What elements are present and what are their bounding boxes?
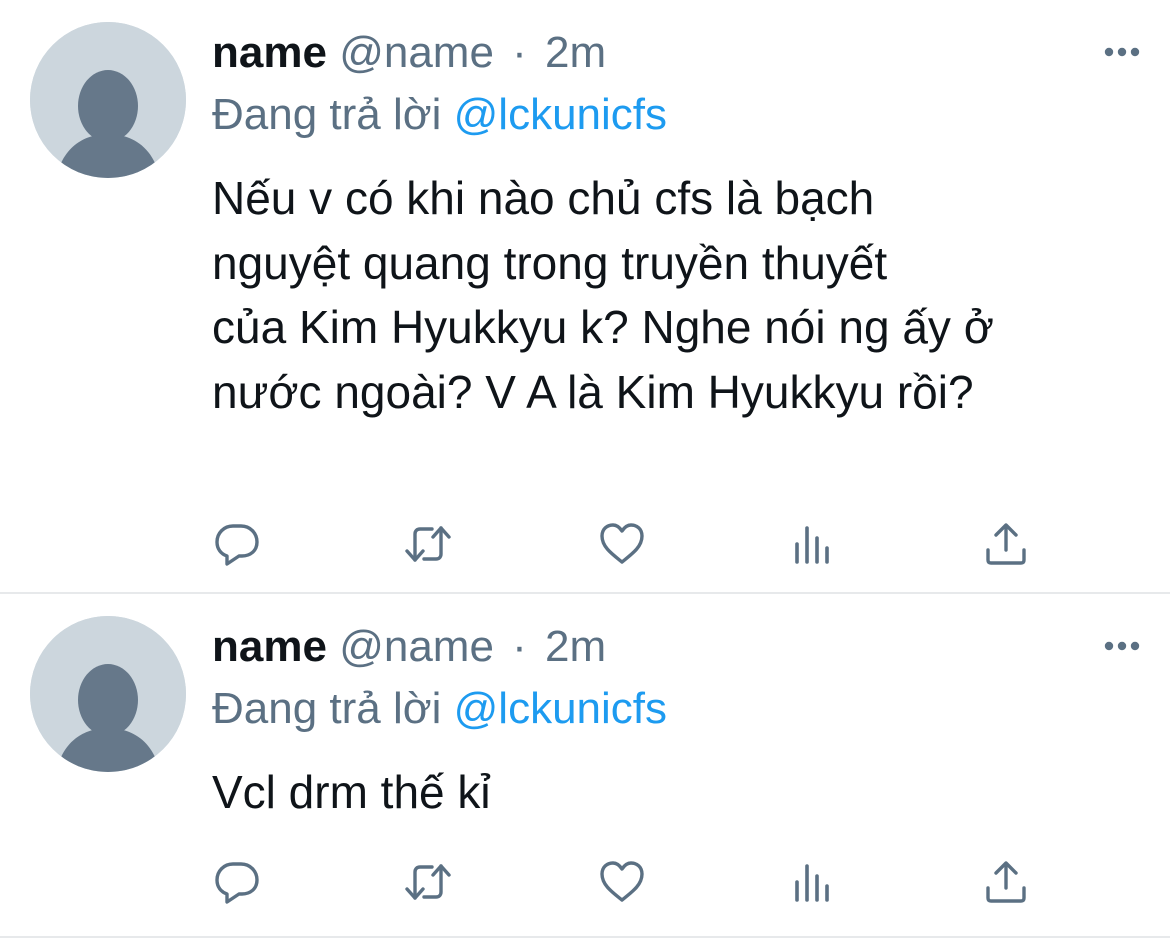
views-icon[interactable] [790, 520, 838, 568]
separator-dot: · [512, 28, 527, 77]
replying-to: Đang trả lời @lckunicfs [212, 682, 667, 736]
tweet-actions [0, 512, 1170, 572]
mention-link[interactable]: @lckunicfs [454, 90, 667, 139]
reply-icon[interactable] [213, 858, 261, 906]
mention-link[interactable]: @lckunicfs [454, 684, 667, 733]
retweet-icon[interactable] [404, 858, 452, 906]
tweet-text: Vcl drm thế kỉ [212, 766, 491, 818]
like-icon[interactable] [598, 858, 646, 906]
user-handle[interactable]: @name [339, 622, 494, 671]
separator-dot: · [512, 622, 527, 671]
tweet-text: Nếu v có khi nào chủ cfs là bạch nguyệt … [212, 172, 994, 418]
tweet[interactable]: name @name · 2m Đang trả lời @lckunicfs … [0, 594, 1170, 938]
replying-to: Đang trả lời @lckunicfs [212, 88, 667, 142]
default-avatar-icon[interactable] [30, 22, 186, 178]
share-icon[interactable] [982, 520, 1030, 568]
like-icon[interactable] [598, 520, 646, 568]
timestamp[interactable]: 2m [545, 28, 606, 77]
tweet[interactable]: name @name · 2m Đang trả lời @lckunicfs … [0, 0, 1170, 594]
replying-to-label: Đang trả lời [212, 90, 442, 139]
tweet-actions [0, 850, 1170, 910]
replying-to-label: Đang trả lời [212, 684, 442, 733]
tweet-header: name @name · 2m [212, 620, 606, 674]
display-name[interactable]: name [212, 622, 327, 671]
tweet-header: name @name · 2m [212, 26, 606, 80]
share-icon[interactable] [982, 858, 1030, 906]
more-options-icon[interactable] [1102, 38, 1142, 66]
reply-icon[interactable] [213, 520, 261, 568]
default-avatar-icon[interactable] [30, 616, 186, 772]
retweet-icon[interactable] [404, 520, 452, 568]
more-options-icon[interactable] [1102, 632, 1142, 660]
views-icon[interactable] [790, 858, 838, 906]
timestamp[interactable]: 2m [545, 622, 606, 671]
display-name[interactable]: name [212, 28, 327, 77]
user-handle[interactable]: @name [339, 28, 494, 77]
